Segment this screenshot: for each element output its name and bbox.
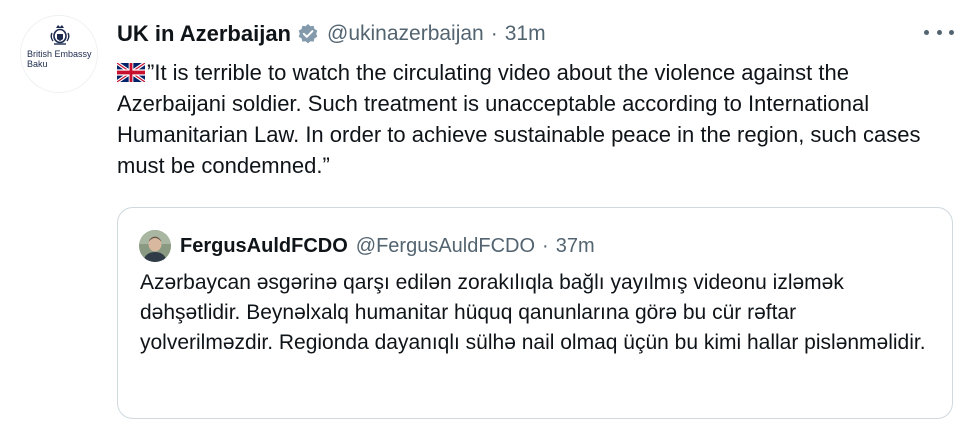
royal-crest-icon bbox=[50, 25, 70, 45]
more-dot bbox=[924, 29, 929, 35]
tweet-body: ”It is terrible to watch the circulating… bbox=[117, 57, 947, 181]
more-dot bbox=[936, 29, 942, 35]
more-options-icon[interactable] bbox=[924, 22, 954, 42]
quoted-tweet-text: Azərbaycan əsgərinə qarşı edilən zorakıl… bbox=[140, 271, 926, 354]
quoted-tweet[interactable]: FergusAuldFCDO @FergusAuldFCDO · 37m Azə… bbox=[117, 207, 953, 419]
more-dot bbox=[949, 29, 954, 35]
quoted-author-name[interactable]: FergusAuldFCDO bbox=[180, 235, 348, 258]
author-handle[interactable]: @ukinazerbaijan bbox=[327, 22, 484, 46]
quoted-author-handle[interactable]: @FergusAuldFCDO bbox=[356, 235, 535, 258]
quoted-timestamp[interactable]: 37m bbox=[556, 235, 595, 258]
author-avatar[interactable]: British Embassy Baku bbox=[20, 15, 98, 93]
uk-flag-icon bbox=[117, 63, 145, 82]
quoted-author-avatar[interactable] bbox=[139, 230, 171, 262]
separator-dot: · bbox=[490, 22, 498, 45]
tweet-text: ”It is terrible to watch the circulating… bbox=[117, 60, 921, 178]
verified-badge-icon[interactable] bbox=[297, 23, 319, 45]
avatar-label: British Embassy Baku bbox=[27, 49, 92, 69]
quoted-header: FergusAuldFCDO @FergusAuldFCDO · 37m bbox=[180, 230, 595, 262]
tweet-timestamp[interactable]: 31m bbox=[505, 22, 546, 46]
author-name[interactable]: UK in Azerbaijan bbox=[117, 21, 291, 47]
tweet-header: UK in Azerbaijan @ukinazerbaijan · 31m bbox=[117, 16, 546, 52]
separator-dot: · bbox=[542, 234, 549, 257]
